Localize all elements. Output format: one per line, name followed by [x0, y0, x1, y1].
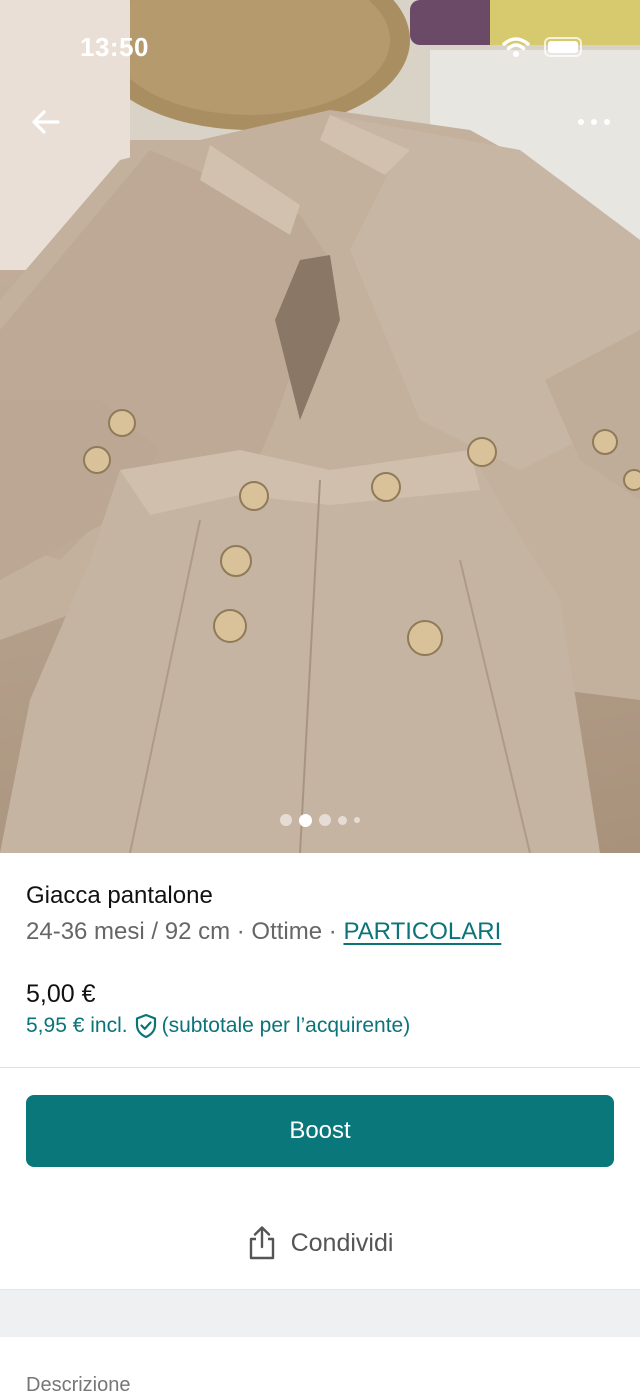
section-divider — [0, 1067, 640, 1068]
gallery-dot[interactable] — [354, 817, 360, 823]
status-time: 13:50 — [80, 32, 149, 62]
section-spacer — [0, 1289, 640, 1337]
shield-check-icon — [134, 1013, 158, 1039]
item-photo[interactable]: 13:50 — [0, 0, 640, 853]
gallery-pagination[interactable] — [0, 812, 640, 828]
more-options-button[interactable] — [570, 104, 618, 140]
details-link[interactable]: PARTICOLARI — [343, 918, 501, 945]
wifi-icon — [502, 37, 530, 57]
share-icon — [249, 1226, 274, 1260]
share-button[interactable]: Condividi — [0, 1212, 640, 1274]
buyer-price-note: (subtotale per l’acquirente) — [161, 1014, 411, 1037]
item-size: 24-36 mesi / 92 cm — [26, 918, 231, 945]
gallery-dot[interactable] — [338, 815, 347, 825]
description-heading: Descrizione — [26, 1374, 131, 1396]
photo-illustration — [0, 0, 640, 853]
share-label: Condividi — [290, 1228, 394, 1257]
item-condition: Ottime — [251, 918, 323, 945]
buyer-price: 5,95 € incl. — [26, 1014, 128, 1037]
more-horizontal-icon — [578, 119, 610, 125]
buyer-price-info[interactable]: 5,95 € incl. (subtotale per l’acquirente… — [26, 1013, 410, 1039]
gallery-dot[interactable] — [319, 814, 331, 826]
back-button[interactable] — [24, 100, 68, 144]
battery-icon — [544, 37, 582, 57]
meta-separator: · — [322, 918, 344, 945]
arrow-left-icon — [32, 110, 60, 134]
item-meta: 24-36 mesi / 92 cm · Ottime · PARTICOLAR… — [26, 918, 501, 946]
gallery-dot[interactable] — [280, 814, 292, 826]
item-price: 5,00 € — [26, 980, 96, 1008]
meta-separator: · — [230, 918, 252, 945]
status-bar: 13:50 — [0, 0, 640, 96]
boost-button[interactable]: Boost — [26, 1095, 614, 1167]
item-title: Giacca pantalone — [26, 882, 213, 909]
gallery-dot-active[interactable] — [299, 813, 312, 827]
